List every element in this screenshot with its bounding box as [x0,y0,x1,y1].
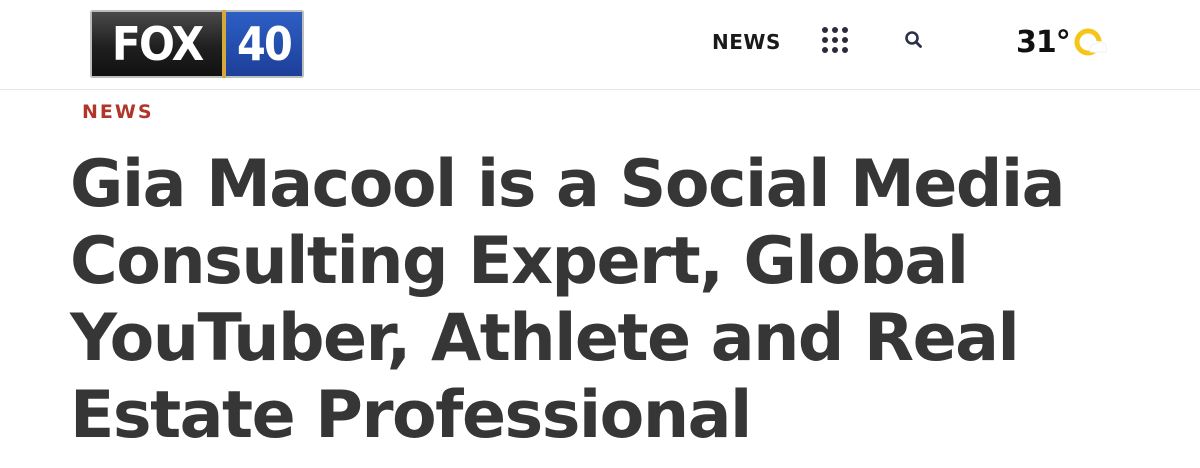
dot [842,47,848,53]
dot [822,47,828,53]
weather-widget[interactable]: 31° [1016,22,1108,62]
dot [832,27,838,33]
dot [832,47,838,53]
dot [822,27,828,33]
dot [842,37,848,43]
temperature: 31° [1016,24,1071,60]
dot [832,37,838,43]
grid-dots-icon[interactable] [822,27,852,53]
logo-number-text: 40 [236,17,293,71]
nav-news-link[interactable]: NEWS [712,30,781,54]
partly-sunny-icon [1074,28,1108,56]
dot [822,37,828,43]
site-header: FOX 40 NEWS 31° [0,0,1200,90]
search-button[interactable] [903,29,925,51]
search-icon [905,31,922,48]
fox40-logo[interactable]: FOX 40 [90,10,304,78]
article-headline: Gia Macool is a Social Media Consulting … [70,147,1066,453]
dot [842,27,848,33]
section-label[interactable]: NEWS [82,101,154,123]
logo-number-block: 40 [226,10,304,78]
logo-fox-text: FOX [111,17,204,71]
logo-fox-block: FOX [90,10,222,78]
